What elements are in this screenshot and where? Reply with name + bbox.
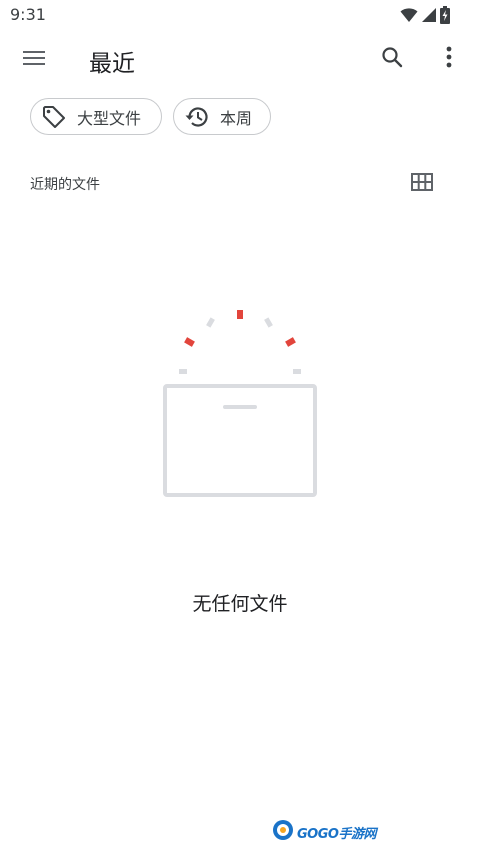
more-vert-icon — [445, 46, 453, 72]
page-title: 最近 — [89, 51, 135, 77]
app-bar: 最近 — [0, 30, 480, 90]
search-button[interactable] — [375, 42, 409, 76]
menu-button[interactable] — [18, 44, 50, 76]
status-bar: 9:31 — [0, 0, 480, 30]
tag-icon — [41, 104, 67, 130]
status-icons — [400, 6, 450, 28]
grid-view-toggle[interactable] — [406, 168, 438, 200]
chip-label-large-files: 大型文件 — [77, 108, 142, 128]
cellular-signal-icon — [421, 7, 437, 27]
status-time: 9:31 — [10, 5, 46, 24]
section-label-recent-files: 近期的文件 — [30, 177, 100, 193]
wifi-icon — [400, 7, 418, 27]
filter-chip-this-week[interactable]: 本周 — [173, 98, 271, 135]
search-icon — [380, 45, 404, 73]
hamburger-menu-icon — [22, 49, 46, 71]
chip-label-this-week: 本周 — [220, 108, 253, 128]
filter-chip-large-files[interactable]: 大型文件 — [30, 98, 162, 135]
gogo-logo-icon — [272, 819, 294, 845]
more-options-button[interactable] — [432, 42, 466, 76]
history-icon — [184, 104, 210, 130]
watermark: GOGO手游网 — [272, 820, 376, 844]
watermark-text: GOGO手游网 — [297, 826, 376, 842]
battery-charging-icon — [440, 6, 450, 28]
empty-state-illustration — [150, 300, 330, 505]
empty-state-message: 无任何文件 — [192, 593, 288, 615]
grid-view-icon — [411, 173, 433, 195]
